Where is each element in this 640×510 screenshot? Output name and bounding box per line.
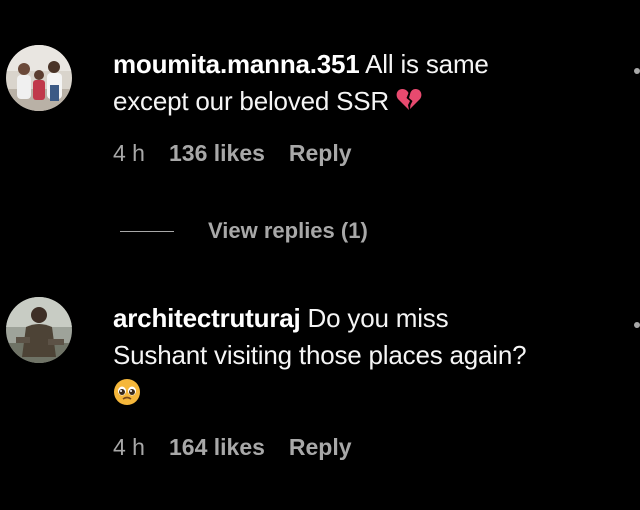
comment-text: moumita.manna.351 All is same except our…	[113, 46, 613, 122]
view-replies-button[interactable]: View replies (1)	[120, 218, 368, 244]
comment-text-line2: Sushant visiting those places again?	[113, 340, 527, 370]
avatar[interactable]	[6, 45, 72, 111]
comment-text-line1: Do you miss	[300, 303, 449, 333]
avatar-image	[6, 297, 72, 363]
broken-heart-icon	[396, 85, 422, 122]
comment-time: 4 h	[113, 140, 145, 166]
comment-time: 4 h	[113, 434, 145, 460]
comment-likes[interactable]: 164 likes	[169, 434, 265, 461]
comment-username[interactable]: moumita.manna.351	[113, 49, 360, 79]
comment-username[interactable]: architectruturaj	[113, 303, 301, 333]
more-options-icon[interactable]	[634, 68, 640, 74]
pleading-face-icon	[113, 378, 141, 416]
comment-meta: 4 h 136 likes Reply	[113, 140, 352, 167]
comment-likes[interactable]: 136 likes	[169, 140, 265, 167]
reply-button[interactable]: Reply	[289, 140, 352, 167]
avatar-image	[6, 45, 72, 111]
comment-text: architectruturaj Do you miss Sushant vis…	[113, 300, 613, 416]
comment-text-line2: except our beloved SSR	[113, 86, 389, 116]
comment-meta: 4 h 164 likes Reply	[113, 434, 352, 461]
avatar[interactable]	[6, 297, 72, 363]
view-replies-label: View replies (1)	[208, 218, 368, 243]
more-options-icon[interactable]	[634, 322, 640, 328]
divider-line	[120, 230, 174, 232]
comment-text-line1: All is same	[359, 49, 489, 79]
reply-button[interactable]: Reply	[289, 434, 352, 461]
